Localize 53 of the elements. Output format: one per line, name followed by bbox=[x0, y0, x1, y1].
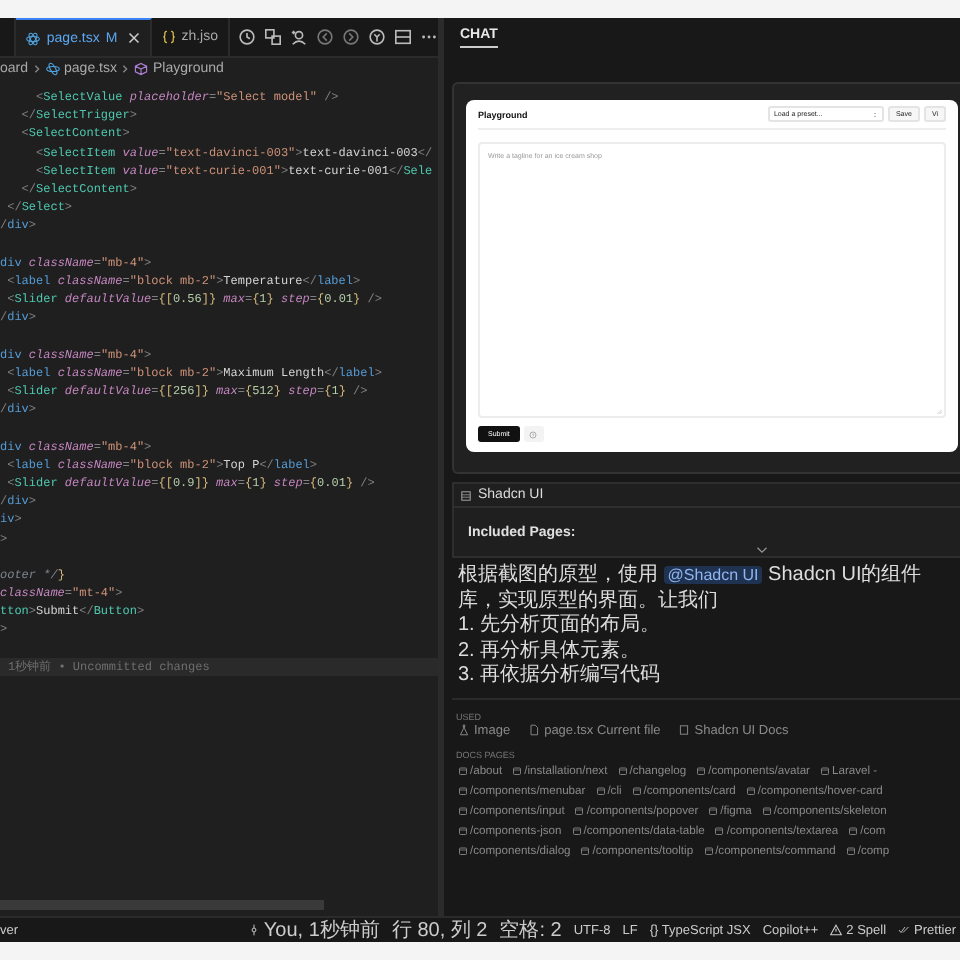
warning-icon bbox=[830, 924, 843, 936]
commit-icon bbox=[247, 924, 260, 936]
page-icon bbox=[617, 766, 628, 776]
indent-status[interactable]: 空格: 2 bbox=[499, 916, 562, 944]
page-icon bbox=[696, 766, 707, 776]
forward-icon[interactable] bbox=[342, 28, 360, 46]
message-step: 3. 再依据分析编写代码 bbox=[458, 664, 960, 689]
page-icon bbox=[458, 786, 468, 796]
blame-status[interactable]: You, 1秒钟前 bbox=[247, 916, 380, 944]
compare-icon[interactable] bbox=[264, 28, 282, 46]
double-check-icon bbox=[898, 924, 911, 936]
page-icon bbox=[458, 826, 468, 836]
page-icon bbox=[708, 806, 719, 816]
page-icon bbox=[820, 766, 830, 776]
message-step: 1. 先分析页面的布局。 bbox=[458, 614, 960, 639]
chevron-down-icon[interactable] bbox=[756, 546, 768, 554]
braces-icon bbox=[161, 30, 176, 44]
atom-icon bbox=[46, 62, 61, 76]
book-icon bbox=[460, 489, 472, 501]
flask-icon bbox=[458, 724, 470, 736]
back-icon[interactable] bbox=[316, 28, 334, 46]
page-icon bbox=[580, 846, 591, 856]
page-icon bbox=[845, 846, 856, 856]
page-icon bbox=[574, 806, 585, 816]
page-icon bbox=[458, 766, 468, 776]
scrollbar[interactable] bbox=[0, 900, 324, 910]
chevron-icon bbox=[32, 64, 43, 74]
cube-icon bbox=[134, 62, 149, 76]
page-icon bbox=[458, 806, 468, 816]
page-icon bbox=[745, 786, 756, 796]
close-icon[interactable] bbox=[127, 32, 140, 44]
page-icon bbox=[761, 806, 772, 816]
page-icon bbox=[458, 846, 468, 856]
history-icon[interactable] bbox=[238, 28, 256, 46]
mention-link[interactable]: @Shadcn UI bbox=[663, 566, 763, 584]
page-icon bbox=[595, 786, 606, 796]
book-icon bbox=[678, 724, 691, 736]
page-icon bbox=[714, 826, 725, 836]
atom-icon bbox=[26, 31, 41, 45]
page-icon bbox=[631, 786, 642, 796]
cursor-position[interactable]: 行 80, 列 2 bbox=[391, 916, 488, 944]
split-icon[interactable] bbox=[394, 28, 412, 46]
page-icon bbox=[703, 846, 714, 856]
page-icon bbox=[571, 826, 582, 836]
message-step: 2. 再分析具体元素。 bbox=[458, 639, 960, 664]
message-text: 根据截图的原型，使用 @Shadcn UI Shadcn UI的组件库，实现原型的界面。让我们 bbox=[458, 564, 924, 613]
page-icon bbox=[512, 766, 523, 776]
file-icon bbox=[528, 724, 541, 736]
user-add-icon[interactable] bbox=[290, 28, 308, 46]
page-icon bbox=[848, 826, 859, 836]
copilot-icon[interactable] bbox=[368, 28, 386, 46]
history-icon bbox=[528, 429, 539, 439]
chevron-icon bbox=[120, 64, 131, 74]
